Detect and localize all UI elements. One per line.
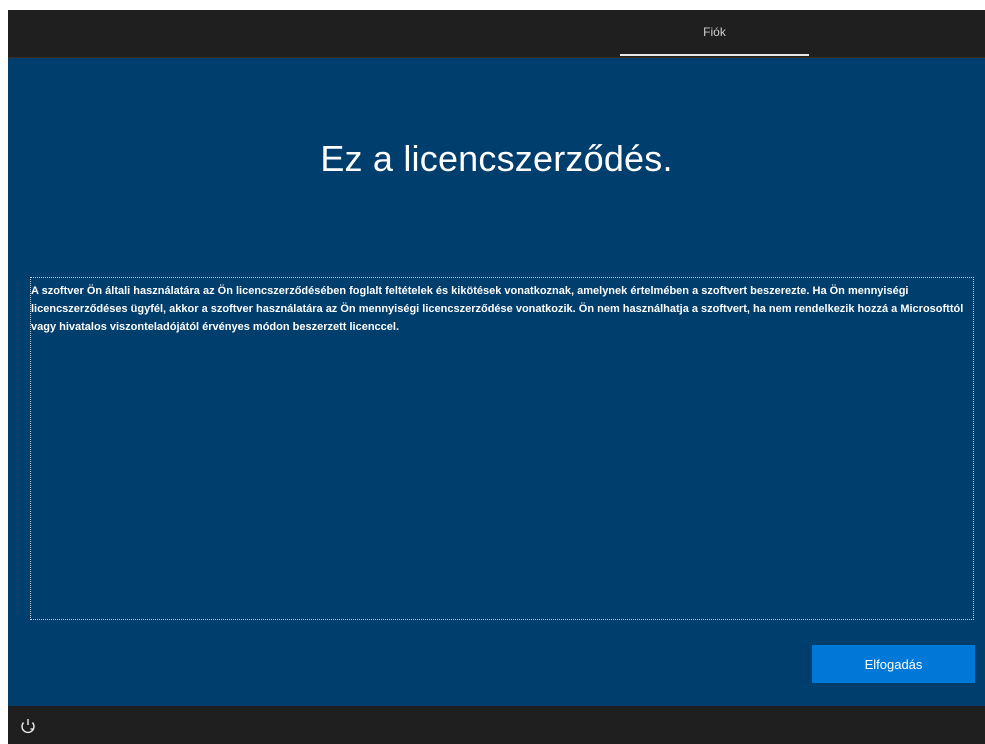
tab-underline [620, 54, 809, 56]
top-bar: Fiók [8, 10, 985, 58]
accept-button[interactable]: Elfogadás [812, 645, 975, 683]
page-title: Ez a licencszerződés. [320, 138, 673, 179]
ease-of-access-icon[interactable] [18, 716, 38, 736]
license-text-box[interactable]: A szoftver Ön általi használatára az Ön … [30, 277, 974, 620]
license-text: A szoftver Ön általi használatára az Ön … [31, 285, 964, 333]
setup-window: Fiók Ez a licencszerződés. A szoftver Ön… [8, 10, 985, 744]
bottom-bar [8, 706, 985, 744]
tab-account: Fiók [703, 25, 726, 39]
